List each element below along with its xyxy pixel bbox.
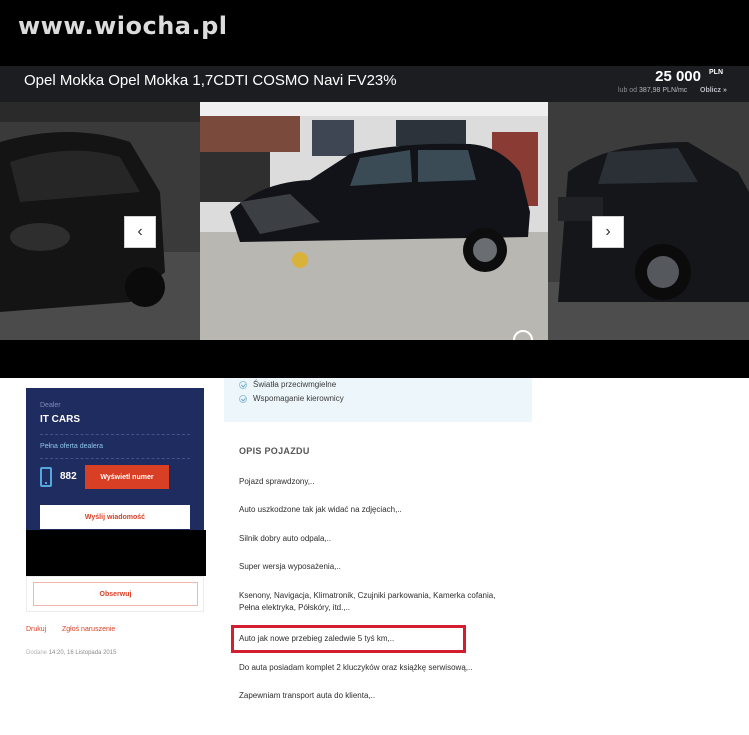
description-line: Silnik dobry auto odpala,.. bbox=[239, 534, 332, 543]
listing-price: 25 000 bbox=[655, 68, 701, 85]
observe-panel: Obserwuj bbox=[26, 576, 204, 612]
dealer-card: Dealer IT CARS Pełna oferta dealera 882 … bbox=[26, 388, 204, 530]
photo-gallery: ‹ › bbox=[0, 102, 749, 340]
calculate-link[interactable]: Oblicz » bbox=[700, 87, 727, 94]
redaction-block bbox=[26, 530, 206, 576]
chevron-left-icon: ‹ bbox=[137, 223, 143, 240]
car-front-photo bbox=[0, 102, 200, 340]
description-line: Super wersja wyposażenia,.. bbox=[239, 562, 341, 571]
divider bbox=[40, 458, 190, 459]
dealer-offer-link[interactable]: Pełna oferta dealera bbox=[40, 443, 103, 450]
show-number-button[interactable]: Wyświetl numer bbox=[85, 465, 169, 489]
installment-prefix: lub od bbox=[618, 87, 638, 94]
check-icon bbox=[239, 380, 247, 389]
listing-header: Opel Mokka Opel Mokka 1,7CDTI COSMO Navi… bbox=[0, 66, 749, 102]
damaged-car-photo bbox=[200, 102, 548, 340]
gallery-prev-button[interactable]: ‹ bbox=[124, 216, 156, 248]
installment-amount: 387,98 PLN/mc bbox=[639, 87, 688, 94]
gallery-photo-current[interactable] bbox=[200, 102, 548, 340]
added-label: Dodane bbox=[26, 650, 48, 656]
description-line: Pojazd sprawdzony,.. bbox=[239, 477, 315, 486]
installment-info: lub od 387,98 PLN/mc bbox=[618, 87, 687, 94]
added-date: 14:20, 16 Listopada 2015 bbox=[48, 650, 117, 656]
divider bbox=[40, 434, 190, 435]
site-watermark: www.wiocha.pl bbox=[18, 12, 228, 40]
car-rear-photo bbox=[548, 102, 749, 340]
description-line: Zapewniam transport auta do klienta,.. bbox=[239, 691, 376, 700]
phone-number-partial: 882 bbox=[60, 471, 77, 482]
page-root: www.wiocha.pl Opel Mokka Opel Mokka 1,7C… bbox=[0, 0, 749, 735]
chevron-right-icon: › bbox=[605, 223, 611, 240]
description-line: Do auta posiadam komplet 2 kluczyków ora… bbox=[239, 663, 473, 672]
print-link[interactable]: Drukuj bbox=[26, 626, 46, 633]
equipment-list: Światła przeciwmgielne Wspomaganie kiero… bbox=[224, 378, 532, 422]
phone-icon bbox=[40, 467, 52, 487]
send-message-button[interactable]: Wyślij wiadomość bbox=[40, 505, 190, 529]
observe-button[interactable]: Obserwuj bbox=[33, 582, 198, 606]
description-line: Ksenony, Navigacja, Klimatronik, Czujnik… bbox=[239, 591, 496, 612]
price-currency: PLN bbox=[709, 69, 723, 76]
description-line: Auto uszkodzone tak jak widać na zdjęcia… bbox=[239, 505, 402, 514]
equipment-item: Wspomaganie kierownicy bbox=[239, 394, 344, 403]
description-heading: OPIS POJAZDU bbox=[239, 446, 310, 456]
equipment-item-label: Wspomaganie kierownicy bbox=[253, 394, 344, 403]
dealer-name: IT CARS bbox=[40, 414, 80, 425]
highlight-annotation bbox=[231, 625, 466, 653]
gallery-photo-next[interactable] bbox=[548, 102, 749, 340]
gallery-next-button[interactable]: › bbox=[592, 216, 624, 248]
gallery-photo-prev[interactable] bbox=[0, 102, 200, 340]
equipment-item: Światła przeciwmgielne bbox=[239, 380, 336, 389]
watermark-band: www.wiocha.pl bbox=[0, 0, 749, 66]
black-separator bbox=[0, 340, 749, 378]
dealer-label: Dealer bbox=[40, 402, 61, 409]
equipment-item-label: Światła przeciwmgielne bbox=[253, 380, 337, 389]
report-link[interactable]: Zgłoś naruszenie bbox=[62, 626, 115, 633]
added-info: Dodane 14:20, 16 Listopada 2015 bbox=[26, 650, 116, 656]
listing-title: Opel Mokka Opel Mokka 1,7CDTI COSMO Navi… bbox=[24, 72, 397, 89]
check-icon bbox=[239, 394, 247, 403]
